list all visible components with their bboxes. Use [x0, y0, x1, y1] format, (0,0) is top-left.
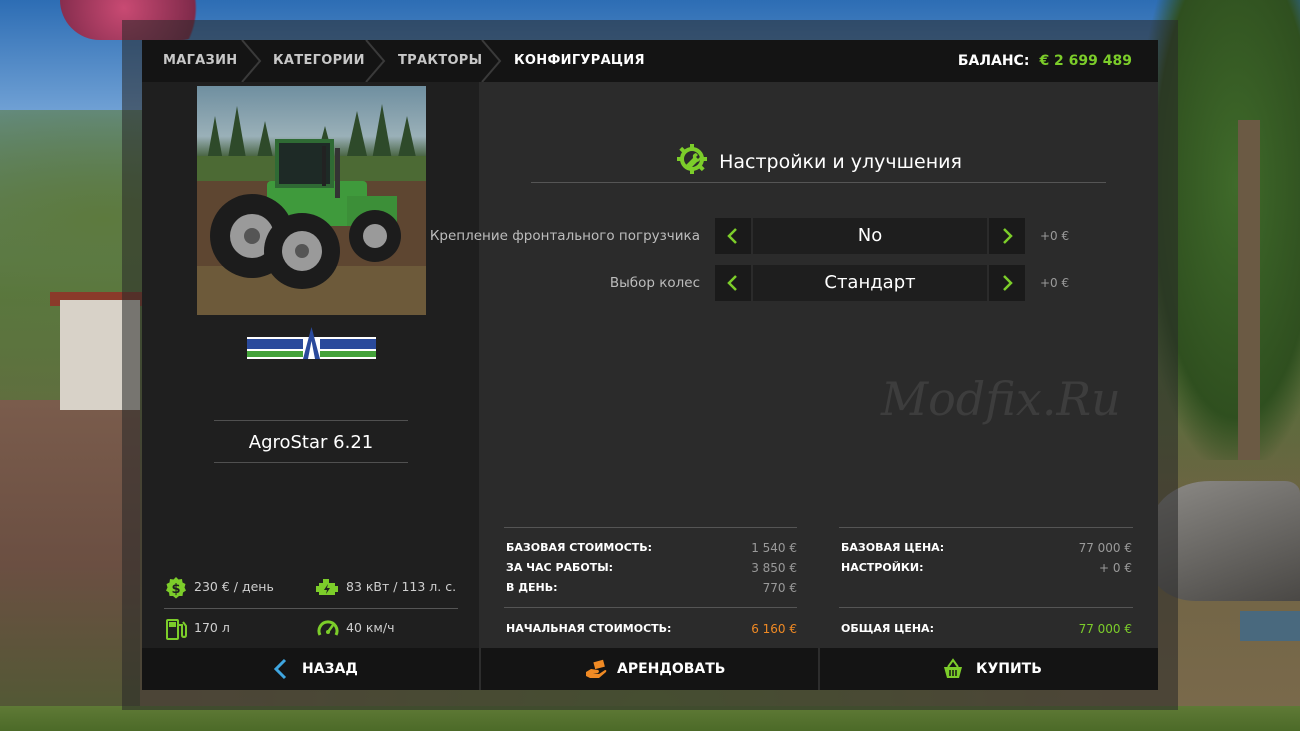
stat-power: 83 кВт / 113 л. с.	[316, 572, 476, 602]
lease-label: АРЕНДОВАТЬ	[617, 661, 726, 677]
fuel-icon	[166, 619, 187, 640]
wheels-price: +0 €	[1040, 276, 1070, 290]
option-label-front-loader: Крепление фронтального погрузчика	[429, 228, 700, 244]
balance-label: БАЛАНС:	[957, 53, 1030, 69]
back-button[interactable]: НАЗАД	[142, 648, 479, 690]
per-hour-label: ЗА ЧАС РАБОТЫ:	[506, 561, 614, 574]
breadcrumb-configuration: КОНФИГУРАЦИЯ	[514, 53, 645, 68]
lease-button[interactable]: АРЕНДОВАТЬ	[481, 648, 818, 690]
front-loader-price: +0 €	[1040, 229, 1070, 243]
config-title: Настройки и улучшения	[719, 151, 962, 173]
base-cost-label: БАЗОВАЯ СТОИМОСТЬ:	[506, 541, 653, 554]
divider	[839, 607, 1133, 608]
base-price-label: БАЗОВАЯ ЦЕНА:	[841, 541, 945, 554]
lease-hand-icon	[586, 659, 607, 678]
background-tree-trunk	[1238, 120, 1260, 460]
breadcrumb-tractors[interactable]: ТРАКТОРЫ	[398, 40, 482, 82]
breadcrumb: МАГАЗИН КАТЕГОРИИ ТРАКТОРЫ КОНФИГУРАЦИЯ …	[142, 40, 1158, 82]
front-loader-next-button[interactable]	[989, 218, 1025, 254]
breadcrumb-separator-icon	[481, 40, 502, 82]
fuel-value: 170 л	[194, 620, 230, 635]
breadcrumb-shop[interactable]: МАГАЗИН	[163, 40, 237, 82]
vehicle-info-panel: AgroStar 6.21 $ 230 € / день 83 кВт / 11…	[142, 82, 479, 649]
chevron-left-icon	[273, 658, 287, 680]
section-title: Настройки и улучшения	[481, 138, 1158, 174]
settings-value: + 0 €	[1099, 561, 1132, 575]
model-name: AgroStar 6.21	[248, 432, 374, 453]
balance-amount: € 2 699 489	[1039, 53, 1132, 69]
wheels-selector: Стандарт	[715, 265, 1025, 301]
option-label-wheels: Выбор колес	[609, 275, 700, 291]
per-hour-value: 3 850 €	[751, 561, 797, 575]
front-loader-value: No	[753, 218, 987, 254]
chevron-left-icon	[727, 275, 737, 291]
stat-daily-cost: $ 230 € / день	[164, 572, 304, 602]
balance-display: БАЛАНС: € 2 699 489	[958, 40, 1132, 82]
breadcrumb-separator-icon	[241, 40, 262, 82]
speed-value: 40 км/ч	[346, 620, 395, 635]
divider	[214, 420, 408, 421]
settings-label: НАСТРОЙКИ:	[841, 561, 924, 574]
per-day-label: В ДЕНЬ:	[506, 581, 558, 594]
base-cost-value: 1 540 €	[751, 541, 797, 555]
engine-icon	[316, 579, 338, 595]
stat-speed: 40 км/ч	[316, 613, 456, 643]
configuration-panel: Настройки и улучшения Крепление фронталь…	[430, 82, 1158, 648]
breadcrumb-categories[interactable]: КАТЕГОРИИ	[273, 40, 365, 82]
daily-cost-value: 230 € / день	[194, 579, 274, 594]
basket-icon	[944, 658, 962, 678]
initial-cost-label: НАЧАЛЬНАЯ СТОИМОСТЬ:	[506, 622, 672, 635]
background-water	[1240, 611, 1300, 641]
stat-fuel: 170 л	[164, 613, 304, 643]
chevron-right-icon	[1003, 228, 1013, 244]
buy-label: КУПИТЬ	[976, 661, 1042, 677]
divider	[839, 527, 1133, 528]
front-loader-prev-button[interactable]	[715, 218, 751, 254]
divider	[214, 462, 408, 463]
divider	[531, 182, 1106, 183]
wheels-next-button[interactable]	[989, 265, 1025, 301]
back-label: НАЗАД	[302, 661, 358, 677]
divider	[504, 607, 797, 608]
wheels-prev-button[interactable]	[715, 265, 751, 301]
background-ground	[0, 400, 140, 731]
initial-cost-value: 6 160 €	[751, 622, 797, 636]
action-bar: НАЗАД АРЕНДОВАТЬ КУПИТЬ	[142, 648, 1158, 690]
chevron-left-icon	[727, 228, 737, 244]
breadcrumb-separator-icon	[365, 40, 386, 82]
front-loader-selector: No	[715, 218, 1025, 254]
shop-config-window: МАГАЗИН КАТЕГОРИИ ТРАКТОРЫ КОНФИГУРАЦИЯ …	[142, 40, 1158, 690]
buy-button[interactable]: КУПИТЬ	[820, 648, 1158, 690]
power-value: 83 кВт / 113 л. с.	[346, 579, 457, 594]
divider	[164, 608, 458, 609]
total-price-value: 77 000 €	[1078, 622, 1132, 636]
money-icon: $	[166, 577, 186, 599]
tractor-image	[197, 86, 426, 315]
wrench-gear-icon	[677, 144, 708, 174]
watermark: Modfix.Ru	[881, 372, 1121, 426]
wheels-value: Стандарт	[753, 265, 987, 301]
per-day-value: 770 €	[762, 581, 797, 595]
speedometer-icon	[317, 620, 339, 636]
base-price-value: 77 000 €	[1078, 541, 1132, 555]
divider	[504, 527, 797, 528]
total-price-label: ОБЩАЯ ЦЕНА:	[841, 622, 934, 635]
deutz-fahr-logo	[247, 325, 376, 359]
svg-text:$: $	[171, 582, 180, 597]
chevron-right-icon	[1003, 275, 1013, 291]
